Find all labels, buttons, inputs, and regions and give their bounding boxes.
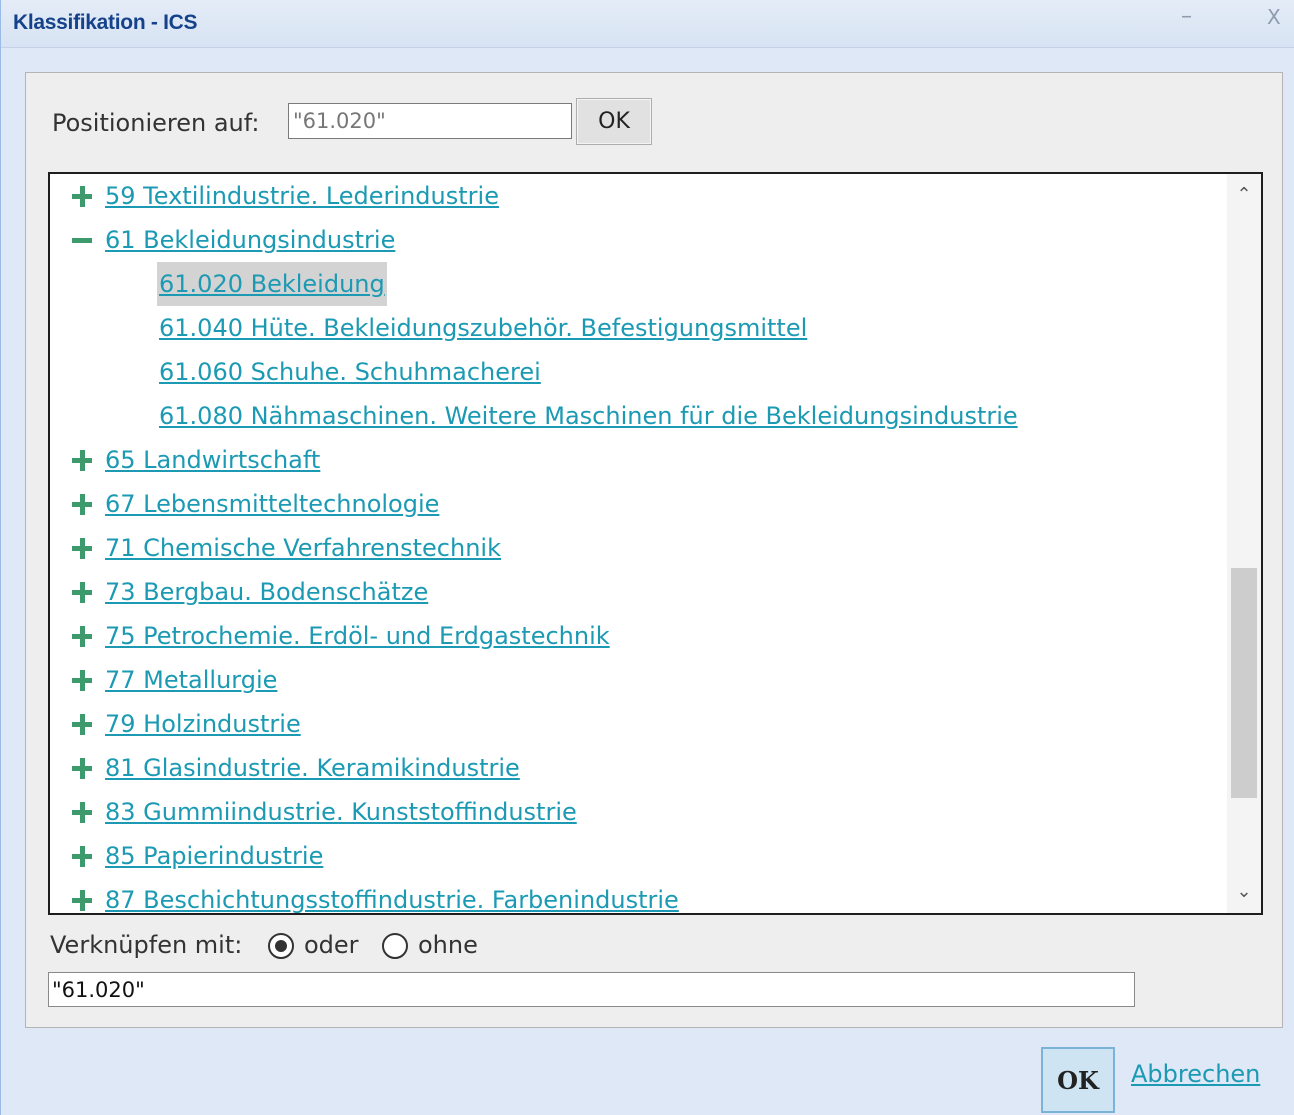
tree-scrollbar[interactable]: ⌃ ⌄ [1227,174,1261,913]
tree-row: 61.060 Schuhe. Schuhmacherei [50,350,1220,394]
ok-button[interactable]: OK [1041,1047,1115,1113]
tree-item-link[interactable]: 85 Papierindustrie [105,834,323,878]
tree-row: 81 Glasindustrie. Keramikindustrie [50,746,1220,790]
tree-row: 61 Bekleidungsindustrie [50,218,1220,262]
cancel-link[interactable]: Abbrechen [1131,1060,1260,1088]
expand-plus-icon[interactable] [70,174,96,218]
scroll-up-icon[interactable]: ⌃ [1227,178,1261,212]
tree-row: 77 Metallurgie [50,658,1220,702]
tree-list: 59 Textilindustrie. Lederindustrie 61 Bek… [50,174,1220,913]
tree-item-link[interactable]: 71 Chemische Verfahrenstechnik [105,526,501,570]
tree-row: 61.020 Bekleidung [50,262,1220,306]
position-input[interactable] [288,103,572,139]
tree-row: 75 Petrochemie. Erdöl- und Erdgastechnik [50,614,1220,658]
tree-item-link[interactable]: 61.040 Hüte. Bekleidungszubehör. Befesti… [159,306,807,350]
content-panel: Positionieren auf: OK 59 Textilindustrie… [25,72,1283,1028]
tree-row: 59 Textilindustrie. Lederindustrie [50,174,1220,218]
tree-item-link[interactable]: 83 Gummiindustrie. Kunststoffindustrie [105,790,577,834]
tree-row: 83 Gummiindustrie. Kunststoffindustrie [50,790,1220,834]
tree-row: 87 Beschichtungsstoffindustrie. Farbenin… [50,878,1220,913]
expand-plus-icon[interactable] [70,834,96,878]
scroll-thumb[interactable] [1231,568,1257,798]
tree-item-link[interactable]: 87 Beschichtungsstoffindustrie. Farbenin… [105,878,679,913]
tree-row: 61.080 Nähmaschinen. Weitere Maschinen f… [50,394,1220,438]
tree-item-link[interactable]: 73 Bergbau. Bodenschätze [105,570,428,614]
expand-plus-icon[interactable] [70,702,96,746]
ics-tree: 59 Textilindustrie. Lederindustrie 61 Bek… [48,172,1263,915]
tree-item-link[interactable]: 61.020 Bekleidung [157,262,387,306]
radio-oder-label[interactable]: oder [304,931,359,959]
position-ok-button[interactable]: OK [576,98,652,145]
expand-plus-icon[interactable] [70,526,96,570]
tree-row: 79 Holzindustrie [50,702,1220,746]
close-icon[interactable]: X [1267,5,1281,29]
expand-plus-icon[interactable] [70,482,96,526]
result-field[interactable] [48,972,1135,1007]
tree-row: 61.040 Hüte. Bekleidungszubehör. Befesti… [50,306,1220,350]
expand-plus-icon[interactable] [70,570,96,614]
tree-item-link[interactable]: 81 Glasindustrie. Keramikindustrie [105,746,520,790]
tree-row: 85 Papierindustrie [50,834,1220,878]
expand-plus-icon[interactable] [70,614,96,658]
expand-plus-icon[interactable] [70,746,96,790]
dialog-title: Klassifikation - ICS [13,11,198,34]
radio-ohne[interactable] [382,933,408,959]
tree-row: 73 Bergbau. Bodenschätze [50,570,1220,614]
link-label: Verknüpfen mit: [50,931,243,959]
tree-item-link[interactable]: 79 Holzindustrie [105,702,301,746]
tree-row: 71 Chemische Verfahrenstechnik [50,526,1220,570]
tree-item-link[interactable]: 59 Textilindustrie. Lederindustrie [105,174,499,218]
expand-plus-icon[interactable] [70,438,96,482]
position-label: Positionieren auf: [52,109,260,137]
tree-item-link[interactable]: 61 Bekleidungsindustrie [105,218,395,262]
expand-plus-icon[interactable] [70,658,96,702]
tree-item-link[interactable]: 65 Landwirtschaft [105,438,320,482]
radio-oder[interactable] [268,933,294,959]
tree-row: 67 Lebensmitteltechnologie [50,482,1220,526]
title-bar: Klassifikation - ICS – X [1,0,1294,48]
expand-plus-icon[interactable] [70,790,96,834]
radio-ohne-label[interactable]: ohne [418,931,478,959]
classification-dialog: Klassifikation - ICS – X Positionieren a… [0,0,1294,1115]
tree-item-link[interactable]: 67 Lebensmitteltechnologie [105,482,439,526]
expand-plus-icon[interactable] [70,878,96,913]
collapse-minus-icon[interactable] [70,218,96,262]
tree-row: 65 Landwirtschaft [50,438,1220,482]
tree-item-link[interactable]: 61.080 Nähmaschinen. Weitere Maschinen f… [159,394,1018,438]
tree-item-link[interactable]: 61.060 Schuhe. Schuhmacherei [159,350,541,394]
tree-item-link[interactable]: 75 Petrochemie. Erdöl- und Erdgastechnik [105,614,610,658]
tree-item-link[interactable]: 77 Metallurgie [105,658,277,702]
scroll-down-icon[interactable]: ⌄ [1227,875,1261,909]
minimize-icon[interactable]: – [1181,4,1192,29]
